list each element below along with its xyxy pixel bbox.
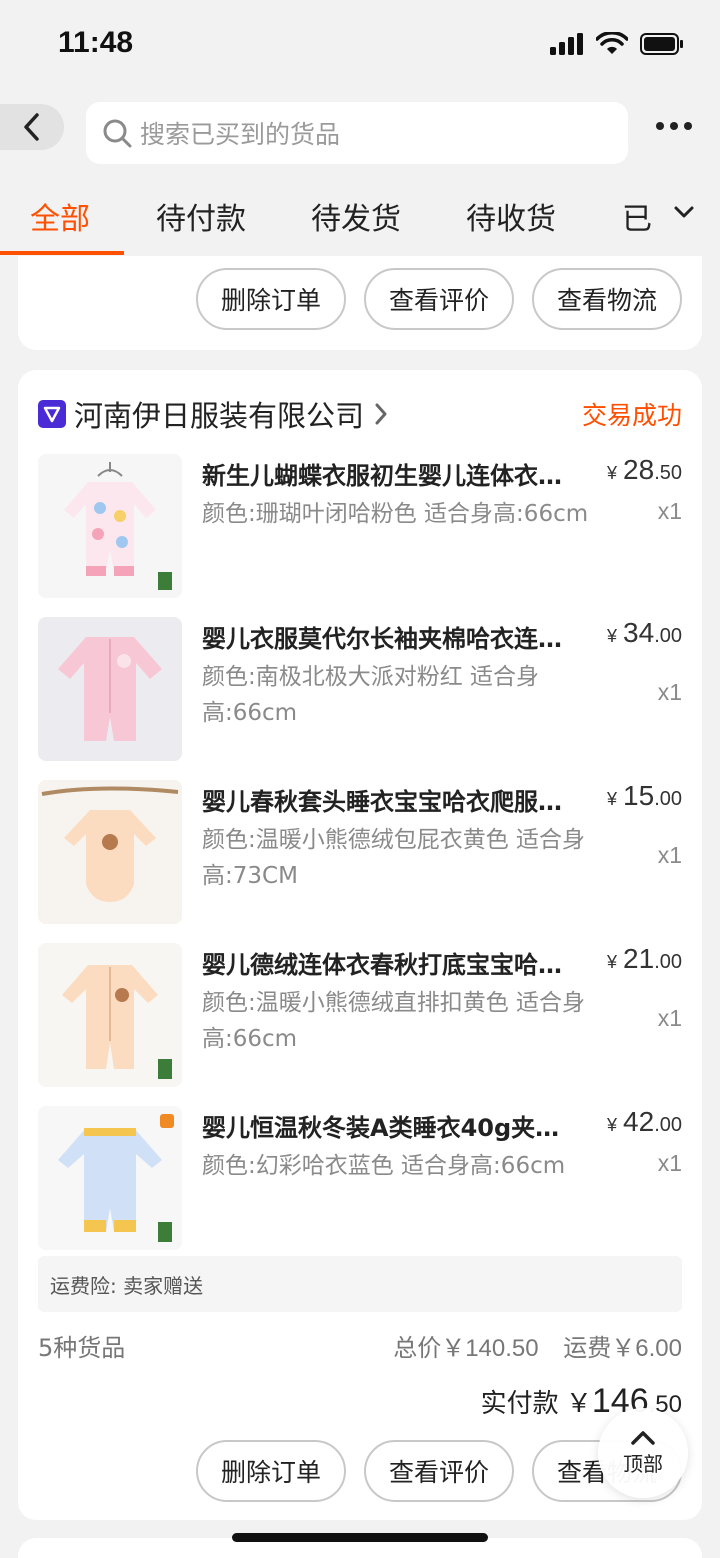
chevron-right-icon	[375, 403, 387, 425]
dot-icon	[684, 122, 692, 130]
product-image[interactable]	[38, 1106, 182, 1250]
order-item[interactable]: 新生儿蝴蝶衣服初生婴儿连体衣春秋哈衣 颜色:珊瑚叶闭哈粉色 适合身高:66cm …	[38, 454, 682, 598]
item-price: ¥21.00	[607, 943, 682, 974]
item-title[interactable]: 婴儿春秋套头睡衣宝宝哈衣爬服包屁衣	[202, 782, 574, 817]
order-actions: 删除订单 查看评价 查看物流	[196, 268, 682, 330]
order-item[interactable]: 婴儿恒温秋冬装A类睡衣40g夹棉连体衣 颜色:幻彩哈衣蓝色 适合身高:66cm …	[38, 1106, 682, 1250]
order-totals: 总价￥140.50 运费￥6.00	[375, 1328, 682, 1363]
view-review-button[interactable]: 查看评价	[364, 1440, 514, 1502]
item-spec: 颜色:幻彩哈衣蓝色 适合身高:66cm	[202, 1153, 566, 1179]
tab-all[interactable]: 全部	[30, 194, 90, 238]
wifi-icon	[596, 32, 628, 54]
signal-icon	[550, 33, 583, 55]
item-quantity: x1	[657, 498, 682, 524]
item-title[interactable]: 婴儿德绒连体衣春秋打底宝宝哈衣爬服	[202, 945, 574, 980]
item-price: ¥15.00	[607, 780, 682, 811]
delete-order-button[interactable]: 删除订单	[196, 1440, 346, 1502]
dot-icon	[656, 122, 664, 130]
product-image[interactable]	[38, 617, 182, 761]
back-button[interactable]	[0, 104, 64, 150]
item-title[interactable]: 新生儿蝴蝶衣服初生婴儿连体衣春秋哈衣	[202, 456, 574, 491]
item-price: ¥34.00	[607, 617, 682, 648]
order-tabs: 全部 待付款 待发货 待收货 已	[0, 174, 720, 256]
item-price: ¥28.50	[607, 454, 682, 485]
total-price: 总价￥140.50	[393, 1335, 539, 1362]
search-icon	[103, 119, 132, 148]
item-quantity: x1	[657, 1150, 682, 1176]
item-spec: 颜色:温暖小熊德绒包屁衣黄色 适合身高:73CM	[202, 827, 586, 889]
search-input[interactable]: 搜索已买到的货品	[86, 102, 628, 164]
battery-icon	[640, 33, 683, 55]
search-header: 搜索已买到的货品	[0, 92, 720, 174]
item-price: ¥42.00	[607, 1106, 682, 1137]
item-quantity: x1	[657, 679, 682, 705]
shop-logo-icon	[38, 400, 66, 428]
tab-pending-receipt[interactable]: 待收货	[466, 194, 556, 238]
order-summary: 5种货品 总价￥140.50 运费￥6.00	[38, 1328, 682, 1364]
delete-order-button[interactable]: 删除订单	[196, 268, 346, 330]
dot-icon	[670, 122, 678, 130]
shipping-fee: 运费￥6.00	[563, 1335, 682, 1362]
order-item[interactable]: 婴儿德绒连体衣春秋打底宝宝哈衣爬服 颜色:温暖小熊德绒直排扣黄色 适合身高:66…	[38, 943, 682, 1087]
item-spec: 颜色:温暖小熊德绒直排扣黄色 适合身高:66cm	[202, 990, 586, 1052]
search-placeholder: 搜索已买到的货品	[140, 120, 341, 149]
status-time: 11:48	[58, 26, 134, 59]
view-review-button[interactable]: 查看评价	[364, 268, 514, 330]
tab-pending-payment[interactable]: 待付款	[156, 194, 246, 238]
order-card: 河南伊日服装有限公司 交易成功 新生儿蝴蝶衣服初生婴儿连体衣春秋哈衣 颜色:珊瑚…	[18, 370, 702, 1520]
shop-name[interactable]: 河南伊日服装有限公司	[74, 393, 364, 435]
chevron-down-icon	[674, 206, 694, 218]
status-icons	[550, 32, 684, 56]
item-kind-count: 5种货品	[38, 1334, 126, 1362]
item-spec: 颜色:南极北极大派对粉红 适合身高:66cm	[202, 664, 540, 726]
item-title[interactable]: 婴儿衣服莫代尔长袖夹棉哈衣连体衣	[202, 619, 574, 654]
order-card-previous: 删除订单 查看评价 查看物流	[18, 256, 702, 350]
active-tab-indicator	[0, 251, 124, 255]
chevron-left-icon	[24, 113, 39, 141]
order-status: 交易成功	[581, 401, 682, 430]
back-to-top-label: 顶部	[623, 1451, 663, 1476]
shipping-insurance: 运费险: 卖家赠送	[38, 1256, 682, 1312]
tab-more-partial[interactable]: 已	[622, 194, 652, 238]
product-image[interactable]	[38, 780, 182, 924]
product-image[interactable]	[38, 454, 182, 598]
tabs-expand-button[interactable]	[674, 204, 694, 223]
shop-header[interactable]: 河南伊日服装有限公司 交易成功	[38, 394, 682, 434]
item-spec: 颜色:珊瑚叶闭哈粉色 适合身高:66cm	[202, 501, 589, 527]
tab-pending-shipment[interactable]: 待发货	[311, 194, 401, 238]
order-item[interactable]: 婴儿衣服莫代尔长袖夹棉哈衣连体衣 颜色:南极北极大派对粉红 适合身高:66cm …	[38, 617, 682, 761]
more-menu-button[interactable]	[656, 122, 692, 130]
view-logistics-button[interactable]: 查看物流	[532, 268, 682, 330]
item-quantity: x1	[657, 842, 682, 868]
status-bar: 11:48	[0, 0, 720, 92]
product-image[interactable]	[38, 943, 182, 1087]
chevron-up-icon	[631, 1430, 655, 1445]
order-item[interactable]: 婴儿春秋套头睡衣宝宝哈衣爬服包屁衣 颜色:温暖小熊德绒包屁衣黄色 适合身高:73…	[38, 780, 682, 924]
home-indicator[interactable]	[232, 1533, 488, 1542]
item-title[interactable]: 婴儿恒温秋冬装A类睡衣40g夹棉连体衣	[202, 1108, 574, 1143]
back-to-top-button[interactable]: 顶部	[598, 1408, 688, 1498]
item-quantity: x1	[657, 1005, 682, 1031]
